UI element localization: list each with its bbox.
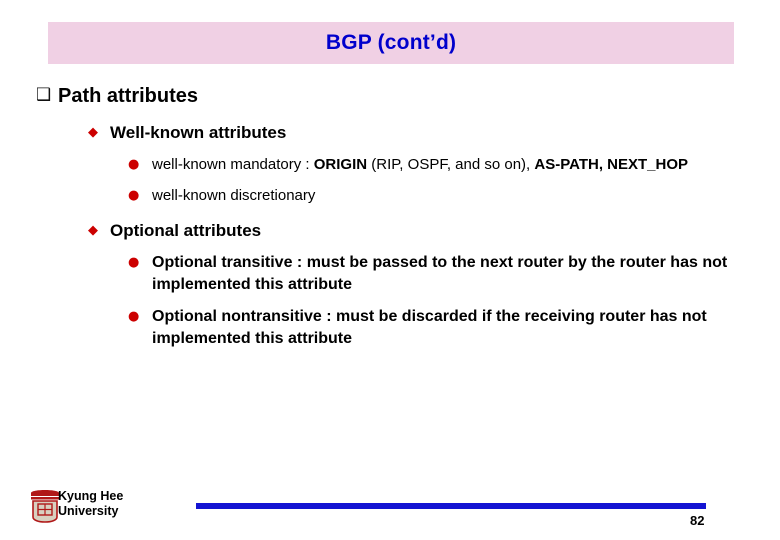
bullet-level3-item: ● Optional transitive : must be passed t… [128, 252, 748, 296]
bullet-level2-optional: ◆ Optional attributes [88, 220, 780, 242]
round-bullet-icon: ● [128, 157, 140, 172]
bullet-level1-label: Path attributes [58, 85, 199, 107]
square-bullet-icon: ❑ [36, 85, 52, 105]
bullet-level3-item: ● Optional nontransitive : must be disca… [128, 306, 748, 350]
page-number: 82 [690, 513, 705, 528]
bullet-level2-label: Optional attributes [110, 221, 262, 240]
bullet-level3-label: well-known discretionary [152, 187, 316, 204]
footer-divider [196, 503, 706, 509]
bullet-level3-label: well-known mandatory : ORIGIN (RIP, OSPF… [152, 154, 688, 175]
round-bullet-icon: ● [128, 188, 140, 203]
diamond-bullet-icon: ◆ [88, 223, 98, 238]
university-name: Kyung Hee University [58, 489, 123, 519]
slide: BGP (cont’d) ❑ Path attributes ◆ Well-kn… [0, 0, 780, 540]
bullet-level3-item: ● well-known discretionary [128, 185, 748, 206]
round-bullet-icon: ● [128, 255, 140, 270]
text-prefix: well-known mandatory : [152, 156, 314, 173]
bullet-level3-label: Optional nontransitive : must be discard… [152, 308, 707, 347]
university-logo-icon [28, 485, 62, 525]
page-title: BGP (cont’d) [325, 31, 457, 54]
diamond-bullet-icon: ◆ [88, 125, 98, 140]
text-mid: (RIP, OSPF, and so on), [367, 156, 535, 173]
round-bullet-icon: ● [128, 309, 140, 324]
university-name-line1: Kyung Hee [58, 489, 124, 503]
slide-title-bar: BGP (cont’d) [48, 22, 734, 64]
text-bold-aspath: AS-PATH, NEXT_HOP [534, 156, 689, 173]
bullet-level3-label: Optional transitive : must be passed to … [152, 254, 728, 293]
bullet-level2-label: Well-known attributes [110, 123, 287, 142]
bullet-level1: ❑ Path attributes [36, 84, 780, 108]
bullet-level3-item: ● well-known mandatory : ORIGIN (RIP, OS… [128, 154, 748, 175]
university-name-line2: University [58, 504, 119, 518]
slide-content: ❑ Path attributes ◆ Well-known attribute… [0, 76, 780, 350]
text-bold-origin: ORIGIN [313, 156, 368, 173]
bullet-level2-well-known: ◆ Well-known attributes [88, 122, 780, 144]
